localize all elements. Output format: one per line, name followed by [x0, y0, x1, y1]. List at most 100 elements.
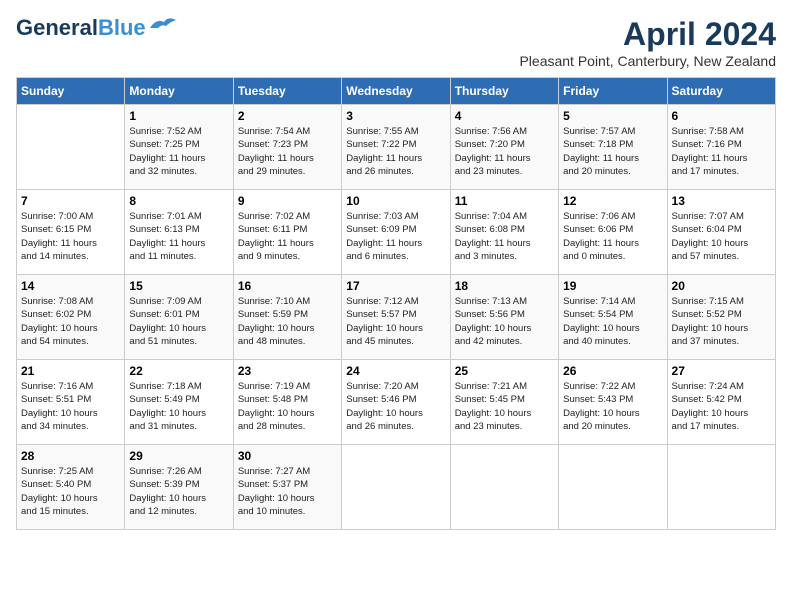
day-number: 21: [21, 364, 120, 378]
day-number: 20: [672, 279, 771, 293]
calendar-cell: 6 Sunrise: 7:58 AM Sunset: 7:16 PM Daylig…: [667, 105, 775, 190]
day-number: 13: [672, 194, 771, 208]
day-info: Sunrise: 7:22 AM Sunset: 5:43 PM Dayligh…: [563, 380, 662, 433]
day-number: 6: [672, 109, 771, 123]
calendar-cell: [559, 445, 667, 530]
location-title: Pleasant Point, Canterbury, New Zealand: [519, 53, 776, 69]
day-info: Sunrise: 7:13 AM Sunset: 5:56 PM Dayligh…: [455, 295, 554, 348]
calendar-table: SundayMondayTuesdayWednesdayThursdayFrid…: [16, 77, 776, 530]
calendar-cell: 25 Sunrise: 7:21 AM Sunset: 5:45 PM Dayli…: [450, 360, 558, 445]
day-info: Sunrise: 7:10 AM Sunset: 5:59 PM Dayligh…: [238, 295, 337, 348]
day-info: Sunrise: 7:09 AM Sunset: 6:01 PM Dayligh…: [129, 295, 228, 348]
day-number: 15: [129, 279, 228, 293]
calendar-week-row: 14 Sunrise: 7:08 AM Sunset: 6:02 PM Dayli…: [17, 275, 776, 360]
calendar-week-row: 21 Sunrise: 7:16 AM Sunset: 5:51 PM Dayli…: [17, 360, 776, 445]
calendar-cell: 15 Sunrise: 7:09 AM Sunset: 6:01 PM Dayli…: [125, 275, 233, 360]
day-number: 28: [21, 449, 120, 463]
day-info: Sunrise: 7:52 AM Sunset: 7:25 PM Dayligh…: [129, 125, 228, 178]
calendar-cell: 12 Sunrise: 7:06 AM Sunset: 6:06 PM Dayli…: [559, 190, 667, 275]
logo: GeneralBlue: [16, 16, 178, 40]
day-info: Sunrise: 7:54 AM Sunset: 7:23 PM Dayligh…: [238, 125, 337, 178]
calendar-cell: 21 Sunrise: 7:16 AM Sunset: 5:51 PM Dayli…: [17, 360, 125, 445]
calendar-cell: 18 Sunrise: 7:13 AM Sunset: 5:56 PM Dayli…: [450, 275, 558, 360]
day-number: 29: [129, 449, 228, 463]
day-number: 14: [21, 279, 120, 293]
day-number: 16: [238, 279, 337, 293]
day-info: Sunrise: 7:19 AM Sunset: 5:48 PM Dayligh…: [238, 380, 337, 433]
day-number: 4: [455, 109, 554, 123]
day-number: 8: [129, 194, 228, 208]
logo-general: General: [16, 15, 98, 40]
calendar-cell: 7Sunrise: 7:00 AM Sunset: 6:15 PM Daylig…: [17, 190, 125, 275]
day-info: Sunrise: 7:18 AM Sunset: 5:49 PM Dayligh…: [129, 380, 228, 433]
calendar-cell: 13Sunrise: 7:07 AM Sunset: 6:04 PM Dayli…: [667, 190, 775, 275]
day-number: 5: [563, 109, 662, 123]
day-info: Sunrise: 7:06 AM Sunset: 6:06 PM Dayligh…: [563, 210, 662, 263]
calendar-cell: 10Sunrise: 7:03 AM Sunset: 6:09 PM Dayli…: [342, 190, 450, 275]
weekday-header: Wednesday: [342, 78, 450, 105]
calendar-cell: 24 Sunrise: 7:20 AM Sunset: 5:46 PM Dayli…: [342, 360, 450, 445]
calendar-cell: 26 Sunrise: 7:22 AM Sunset: 5:43 PM Dayli…: [559, 360, 667, 445]
calendar-cell: 19 Sunrise: 7:14 AM Sunset: 5:54 PM Dayli…: [559, 275, 667, 360]
calendar-cell: 4Sunrise: 7:56 AM Sunset: 7:20 PM Daylig…: [450, 105, 558, 190]
day-info: Sunrise: 7:00 AM Sunset: 6:15 PM Dayligh…: [21, 210, 120, 263]
header: GeneralBlue April 2024 Pleasant Point, C…: [16, 16, 776, 69]
day-info: Sunrise: 7:25 AM Sunset: 5:40 PM Dayligh…: [21, 465, 120, 518]
calendar-cell: 9Sunrise: 7:02 AM Sunset: 6:11 PM Daylig…: [233, 190, 341, 275]
calendar-cell: [342, 445, 450, 530]
calendar-cell: 3 Sunrise: 7:55 AM Sunset: 7:22 PM Daylig…: [342, 105, 450, 190]
calendar-cell: 30Sunrise: 7:27 AM Sunset: 5:37 PM Dayli…: [233, 445, 341, 530]
day-number: 24: [346, 364, 445, 378]
calendar-cell: 5 Sunrise: 7:57 AM Sunset: 7:18 PM Daylig…: [559, 105, 667, 190]
calendar-cell: 20Sunrise: 7:15 AM Sunset: 5:52 PM Dayli…: [667, 275, 775, 360]
weekday-header: Monday: [125, 78, 233, 105]
weekday-header: Tuesday: [233, 78, 341, 105]
calendar-week-row: 28 Sunrise: 7:25 AM Sunset: 5:40 PM Dayli…: [17, 445, 776, 530]
calendar-cell: 8 Sunrise: 7:01 AM Sunset: 6:13 PM Daylig…: [125, 190, 233, 275]
day-number: 10: [346, 194, 445, 208]
day-info: Sunrise: 7:01 AM Sunset: 6:13 PM Dayligh…: [129, 210, 228, 263]
day-number: 22: [129, 364, 228, 378]
day-number: 11: [455, 194, 554, 208]
calendar-cell: 16 Sunrise: 7:10 AM Sunset: 5:59 PM Dayli…: [233, 275, 341, 360]
day-info: Sunrise: 7:57 AM Sunset: 7:18 PM Dayligh…: [563, 125, 662, 178]
calendar-cell: 27 Sunrise: 7:24 AM Sunset: 5:42 PM Dayli…: [667, 360, 775, 445]
day-number: 1: [129, 109, 228, 123]
calendar-cell: 28 Sunrise: 7:25 AM Sunset: 5:40 PM Dayli…: [17, 445, 125, 530]
weekday-header: Sunday: [17, 78, 125, 105]
calendar-cell: 14 Sunrise: 7:08 AM Sunset: 6:02 PM Dayli…: [17, 275, 125, 360]
day-number: 19: [563, 279, 662, 293]
weekday-header: Thursday: [450, 78, 558, 105]
weekday-header: Saturday: [667, 78, 775, 105]
calendar-cell: [450, 445, 558, 530]
day-number: 17: [346, 279, 445, 293]
day-info: Sunrise: 7:12 AM Sunset: 5:57 PM Dayligh…: [346, 295, 445, 348]
day-info: Sunrise: 7:24 AM Sunset: 5:42 PM Dayligh…: [672, 380, 771, 433]
month-title: April 2024: [519, 16, 776, 53]
day-number: 3: [346, 109, 445, 123]
logo-blue: Blue: [98, 15, 146, 40]
day-info: Sunrise: 7:20 AM Sunset: 5:46 PM Dayligh…: [346, 380, 445, 433]
day-number: 9: [238, 194, 337, 208]
day-number: 18: [455, 279, 554, 293]
day-info: Sunrise: 7:14 AM Sunset: 5:54 PM Dayligh…: [563, 295, 662, 348]
day-info: Sunrise: 7:08 AM Sunset: 6:02 PM Dayligh…: [21, 295, 120, 348]
calendar-week-row: 7Sunrise: 7:00 AM Sunset: 6:15 PM Daylig…: [17, 190, 776, 275]
day-info: Sunrise: 7:21 AM Sunset: 5:45 PM Dayligh…: [455, 380, 554, 433]
calendar-cell: 11Sunrise: 7:04 AM Sunset: 6:08 PM Dayli…: [450, 190, 558, 275]
day-number: 26: [563, 364, 662, 378]
calendar-cell: 22 Sunrise: 7:18 AM Sunset: 5:49 PM Dayli…: [125, 360, 233, 445]
day-number: 12: [563, 194, 662, 208]
day-number: 23: [238, 364, 337, 378]
day-number: 25: [455, 364, 554, 378]
day-number: 27: [672, 364, 771, 378]
calendar-cell: 23 Sunrise: 7:19 AM Sunset: 5:48 PM Dayli…: [233, 360, 341, 445]
weekday-header: Friday: [559, 78, 667, 105]
day-number: 30: [238, 449, 337, 463]
calendar-cell: 1 Sunrise: 7:52 AM Sunset: 7:25 PM Daylig…: [125, 105, 233, 190]
day-number: 2: [238, 109, 337, 123]
day-info: Sunrise: 7:16 AM Sunset: 5:51 PM Dayligh…: [21, 380, 120, 433]
calendar-cell: 17 Sunrise: 7:12 AM Sunset: 5:57 PM Dayli…: [342, 275, 450, 360]
day-info: Sunrise: 7:55 AM Sunset: 7:22 PM Dayligh…: [346, 125, 445, 178]
day-info: Sunrise: 7:58 AM Sunset: 7:16 PM Dayligh…: [672, 125, 771, 178]
